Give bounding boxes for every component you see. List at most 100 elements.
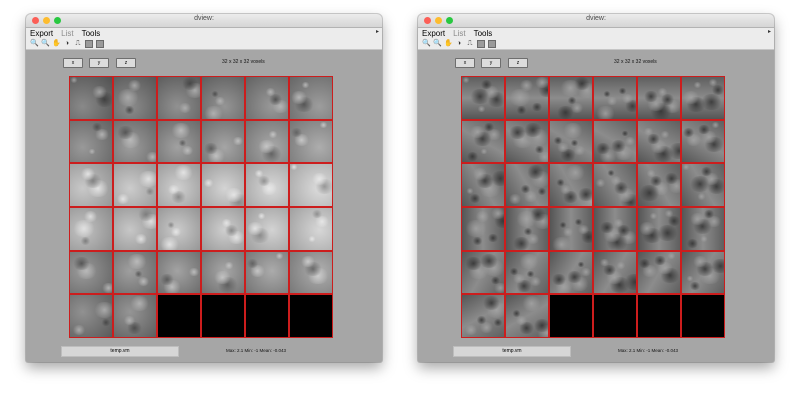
slice-tile[interactable] [246, 208, 288, 250]
slice-tile[interactable] [158, 295, 200, 337]
slice-tile[interactable] [594, 295, 636, 337]
y-axis-button[interactable]: y [89, 58, 109, 68]
menu-export[interactable]: Export [30, 29, 53, 38]
slice-tile[interactable] [638, 164, 680, 206]
z-axis-button[interactable]: z [508, 58, 528, 68]
slice-tile[interactable] [638, 120, 680, 163]
y-axis-button[interactable]: y [481, 58, 501, 68]
menu-overflow-icon[interactable]: ▸ [376, 28, 379, 35]
slice-tile[interactable] [682, 295, 724, 337]
slice-tile[interactable] [246, 295, 288, 337]
slice-tile[interactable] [550, 295, 592, 337]
slice-tile[interactable] [550, 120, 592, 163]
slice-tile[interactable] [550, 251, 592, 294]
forward-icon[interactable] [488, 39, 496, 48]
slice-tile[interactable] [506, 295, 548, 337]
slice-tile[interactable] [594, 164, 636, 206]
z-axis-button[interactable]: z [116, 58, 136, 68]
menu-tools[interactable]: Tools [82, 29, 101, 38]
slice-tile[interactable] [114, 251, 156, 294]
slice-tile[interactable] [462, 295, 504, 337]
slice-tile[interactable] [550, 208, 592, 250]
file-name-field[interactable]: temp.vm [61, 346, 179, 357]
zoom-in-icon[interactable]: 🔍 [422, 40, 431, 48]
slice-tile[interactable] [246, 251, 288, 294]
slice-tile[interactable] [290, 295, 332, 337]
menu-overflow-icon[interactable]: ▸ [768, 28, 771, 35]
pan-hand-icon[interactable]: ✋ [52, 40, 61, 48]
slice-tile[interactable] [506, 251, 548, 294]
slice-tile[interactable] [246, 77, 288, 119]
slice-tile[interactable] [638, 77, 680, 119]
slice-tile[interactable] [550, 77, 592, 119]
slice-tile[interactable] [506, 77, 548, 119]
pan-hand-icon[interactable]: ✋ [444, 40, 453, 48]
slice-tile[interactable] [70, 208, 112, 250]
slice-tile[interactable] [202, 77, 244, 119]
slice-tile[interactable] [682, 120, 724, 163]
zoom-out-icon[interactable]: 🔍 [433, 40, 442, 48]
file-name-field[interactable]: temp.vm [453, 346, 571, 357]
x-axis-button[interactable]: x [455, 58, 475, 68]
slice-tile[interactable] [114, 164, 156, 206]
slice-tile[interactable] [246, 164, 288, 206]
slice-tile[interactable] [290, 77, 332, 119]
slice-tile[interactable] [682, 164, 724, 206]
zoom-in-icon[interactable]: 🔍 [30, 40, 39, 48]
slice-tile[interactable] [290, 208, 332, 250]
slice-tile[interactable] [114, 77, 156, 119]
slice-tile[interactable] [506, 208, 548, 250]
pulse-icon[interactable]: ⎍ [74, 40, 82, 48]
slice-tile[interactable] [202, 208, 244, 250]
slice-tile[interactable] [638, 251, 680, 294]
menu-tools[interactable]: Tools [474, 29, 493, 38]
slice-tile[interactable] [462, 164, 504, 206]
slice-tile[interactable] [158, 251, 200, 294]
forward-icon[interactable] [96, 39, 104, 48]
slice-tile[interactable] [70, 164, 112, 206]
slice-tile[interactable] [290, 120, 332, 163]
pulse-icon[interactable]: ⎍ [466, 40, 474, 48]
slice-tile[interactable] [682, 251, 724, 294]
slice-tile[interactable] [638, 295, 680, 337]
x-axis-button[interactable]: x [63, 58, 83, 68]
slice-tile[interactable] [594, 208, 636, 250]
slice-tile[interactable] [506, 164, 548, 206]
slice-tile[interactable] [594, 120, 636, 163]
slice-tile[interactable] [202, 120, 244, 163]
menu-export[interactable]: Export [422, 29, 445, 38]
slice-tile[interactable] [682, 77, 724, 119]
slice-tile[interactable] [462, 120, 504, 163]
slice-tile[interactable] [290, 164, 332, 206]
slice-tile[interactable] [506, 120, 548, 163]
slice-tile[interactable] [158, 164, 200, 206]
slice-tile[interactable] [462, 77, 504, 119]
slice-tile[interactable] [158, 120, 200, 163]
slice-tile[interactable] [114, 208, 156, 250]
zoom-out-icon[interactable]: 🔍 [41, 40, 50, 48]
slice-tile[interactable] [158, 77, 200, 119]
slice-tile[interactable] [682, 208, 724, 250]
slice-tile[interactable] [594, 251, 636, 294]
slice-tile[interactable] [114, 120, 156, 163]
slice-tile[interactable] [638, 208, 680, 250]
slice-tile[interactable] [70, 295, 112, 337]
slice-tile[interactable] [594, 77, 636, 119]
slice-tile[interactable] [290, 251, 332, 294]
slice-tile[interactable] [246, 120, 288, 163]
contrast-icon[interactable]: ◑ [63, 40, 71, 48]
slice-tile[interactable] [114, 295, 156, 337]
contrast-icon[interactable]: ◑ [455, 40, 463, 48]
menu-list[interactable]: List [453, 29, 465, 38]
slice-tile[interactable] [462, 208, 504, 250]
slice-tile[interactable] [158, 208, 200, 250]
slice-tile[interactable] [202, 164, 244, 206]
slice-tile[interactable] [70, 120, 112, 163]
back-icon[interactable] [477, 39, 485, 48]
menu-list[interactable]: List [61, 29, 73, 38]
slice-tile[interactable] [70, 251, 112, 294]
back-icon[interactable] [85, 39, 93, 48]
slice-tile[interactable] [70, 77, 112, 119]
slice-tile[interactable] [462, 251, 504, 294]
slice-tile[interactable] [202, 251, 244, 294]
